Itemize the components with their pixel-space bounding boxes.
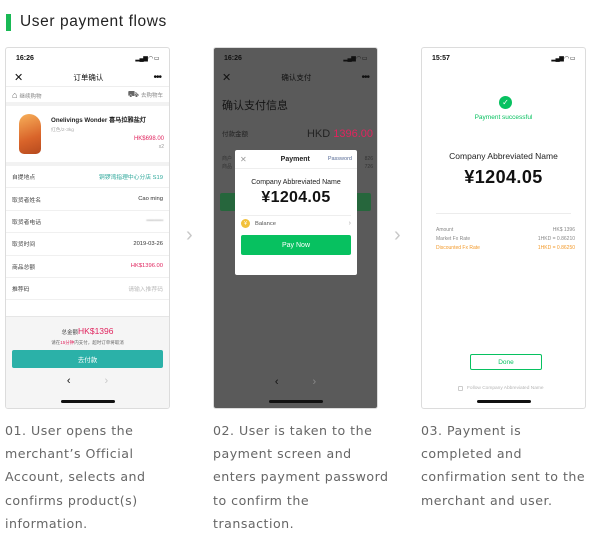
order-footer: 总金额HK$1396 请在15分钟内支付，超时订单将取消 去付款 ‹ ›	[6, 316, 169, 408]
shop-tabs: ⌂ 继续购物 ⛟ 去购物车	[6, 86, 169, 106]
step-1-caption: 01. User opens the merchant’s Official A…	[5, 423, 146, 531]
balance-coin-icon: ¥	[241, 219, 250, 228]
status-bar: 16:26 ▂▄▆ ◠ ▭	[214, 48, 377, 68]
close-icon[interactable]: ✕	[240, 155, 247, 164]
password-link[interactable]: Password	[328, 156, 352, 162]
phone-screen-order-confirm: 16:26 ▂▄▆ ◠ ▭ ✕ 订单确认 ••• ⌂ 继续购物 ⛟ 去购物车 One…	[5, 47, 170, 409]
pickup-name-row[interactable]: 取货者姓名 Cao ming	[6, 188, 169, 211]
status-bar: 16:26 ▂▄▆ ◠ ▭	[6, 48, 169, 68]
home-icon: ⌂	[12, 89, 18, 100]
browser-nav: ‹ ›	[214, 376, 377, 388]
go-to-cart-link[interactable]: ⛟ 去购物车	[128, 89, 163, 101]
pickup-phone-row[interactable]: 取货者电话 •••••••••••	[6, 211, 169, 234]
chevron-right-icon: ›	[348, 220, 351, 227]
step-arrow-icon: ›	[186, 224, 193, 246]
referral-code-input[interactable]: 请输入推荐码	[128, 284, 163, 293]
signal-wifi-battery-icon: ▂▄▆ ◠ ▭	[343, 55, 367, 62]
cart-icon: ⛟	[127, 88, 139, 99]
product-spec: 红色/2-3kg	[51, 128, 74, 133]
payment-amount: ¥1204.05	[261, 189, 331, 206]
payment-method-selector[interactable]: ¥ Balance ›	[241, 215, 351, 231]
nav-title: 确认支付	[281, 72, 312, 82]
payment-success-text: Payment successful	[474, 114, 533, 121]
referral-code-row[interactable]: 推荐码 请输入推荐码	[6, 278, 169, 301]
payment-time-tip: 请在15分钟内支付，超时订单将取消	[51, 340, 124, 345]
order-total: 总金额HK$1396	[61, 326, 114, 336]
status-time: 16:26	[224, 54, 242, 62]
follow-merchant-checkbox[interactable]: Follow Company Abbreviated Name	[458, 386, 544, 391]
status-bar: 15:57 ▂▄▆ ◠ ▭	[422, 48, 585, 68]
pickup-time-row[interactable]: 取货时间 2019-03-26	[6, 233, 169, 256]
dialog-title: Payment	[280, 155, 310, 163]
home-indicator	[476, 400, 531, 403]
merchant-name: Company Abbreviated Name	[449, 151, 558, 161]
status-time: 16:26	[16, 54, 34, 62]
phone-screen-payment: 16:26 ▂▄▆ ◠ ▭ ✕ 确认支付 ••• 确认支付信息 付款金额 HKD…	[213, 47, 378, 409]
more-icon[interactable]: •••	[153, 72, 161, 83]
forward-arrow-icon[interactable]: ›	[313, 376, 317, 388]
section-heading: User payment flows	[6, 12, 167, 32]
payment-details: Amount HK$ 1396 Market Fx Rate 1HKD = 0.86…	[436, 226, 575, 253]
market-fx-rate-row: Market Fx Rate 1HKD = 0.86210	[436, 236, 575, 242]
page-title: 确认支付信息	[222, 100, 288, 112]
back-arrow-icon[interactable]: ‹	[275, 376, 279, 388]
merchant-name: Company Abbreviated Name	[251, 179, 341, 186]
forward-arrow-icon[interactable]: ›	[105, 375, 109, 387]
continue-shopping-link[interactable]: ⌂ 继续购物	[12, 90, 41, 100]
close-icon[interactable]: ✕	[14, 71, 23, 84]
close-icon[interactable]: ✕	[222, 71, 231, 84]
done-button[interactable]: Done	[470, 354, 542, 370]
product-price: HK$698.00	[133, 136, 164, 142]
dialog-header: ✕ Payment Password	[235, 150, 357, 169]
step-arrow-icon: ›	[394, 224, 401, 246]
divider	[436, 213, 571, 214]
section-title: User payment flows	[20, 13, 167, 30]
payment-amount-row: 付款金额 HKD 1396.00	[222, 128, 373, 140]
paid-amount: ¥1204.05	[464, 167, 543, 187]
step-3-caption: 03. Payment is completed and confirmatio…	[421, 423, 586, 508]
discounted-fx-rate-row: Discounted Fx Rate 1HKD = 0.86250	[436, 245, 575, 251]
status-time: 15:57	[432, 54, 450, 62]
heading-accent-bar	[6, 13, 11, 31]
home-indicator	[60, 400, 115, 403]
payment-dialog: ✕ Payment Password Company Abbreviated N…	[235, 150, 357, 275]
merchant-info-value: 826 726	[364, 156, 373, 170]
success-check-icon: ✓	[499, 96, 512, 109]
pickup-location-row[interactable]: 自提地点 铜锣湾指理中心分店 S19	[6, 166, 169, 189]
nav-bar: ✕ 确认支付 •••	[214, 68, 377, 86]
browser-nav: ‹ ›	[6, 375, 169, 387]
step-2-caption: 02. User is taken to the payment screen …	[213, 423, 389, 531]
signal-wifi-battery-icon: ▂▄▆ ◠ ▭	[551, 55, 575, 62]
nav-title: 订单确认	[73, 72, 104, 82]
checkbox-icon	[458, 386, 463, 391]
product-name: Onelivings Wonder 喜马拉雅盐灯	[51, 117, 147, 124]
product-item: Onelivings Wonder 喜马拉雅盐灯 红色/2-3kg HK$698…	[6, 106, 169, 166]
home-indicator	[268, 400, 323, 403]
nav-bar: ✕ 订单确认 •••	[6, 68, 169, 86]
product-quantity: x2	[158, 144, 164, 150]
phone-screen-payment-success: 15:57 ▂▄▆ ◠ ▭ ✓ Payment successful Compa…	[421, 47, 586, 409]
back-arrow-icon[interactable]: ‹	[67, 375, 71, 387]
signal-wifi-battery-icon: ▂▄▆ ◠ ▭	[135, 55, 159, 62]
go-pay-button[interactable]: 去付款	[12, 350, 163, 368]
pay-now-button[interactable]: Pay Now	[241, 235, 351, 255]
merchant-info-label: 商户 商品	[222, 156, 233, 170]
goods-total-row: 商品总额 HK$1396.00	[6, 256, 169, 278]
amount-row: Amount HK$ 1396	[436, 227, 575, 233]
more-icon[interactable]: •••	[361, 72, 369, 83]
salt-lamp-image	[19, 114, 41, 154]
